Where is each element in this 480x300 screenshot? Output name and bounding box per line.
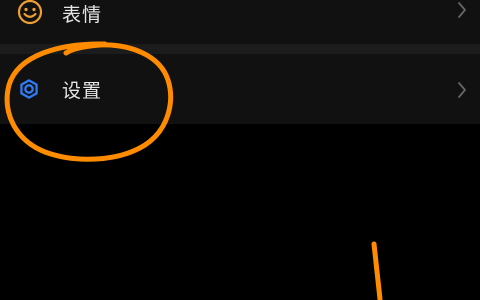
chevron-right-icon xyxy=(456,80,468,104)
annotation-arrow-line xyxy=(371,241,383,300)
phone-screen: 表情 设置 xyxy=(0,0,480,300)
gear-icon xyxy=(16,76,42,106)
menu-item-label: 设置 xyxy=(62,80,103,102)
menu-item-emoji[interactable]: 表情 xyxy=(0,0,480,44)
menu-item-label: 表情 xyxy=(62,4,103,26)
chevron-right-icon xyxy=(456,0,468,24)
menu-item-settings[interactable]: 设置 xyxy=(0,54,480,124)
section-divider xyxy=(0,44,480,54)
smiley-icon xyxy=(16,0,44,30)
